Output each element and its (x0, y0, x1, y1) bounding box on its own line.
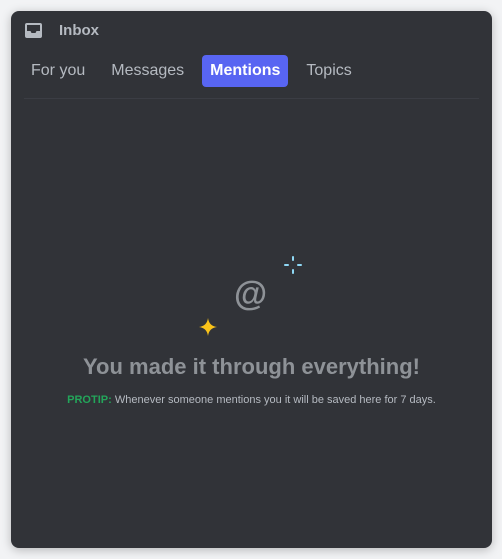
inbox-icon (25, 23, 42, 38)
header-divider (24, 98, 479, 99)
inbox-header: Inbox (11, 11, 492, 51)
inbox-tabs: For you Messages Mentions Topics (23, 55, 370, 87)
protip-text: PROTIP: Whenever someone mentions you it… (11, 393, 492, 407)
empty-state-illustration: @ (11, 251, 492, 341)
tab-for-you[interactable]: For you (23, 55, 93, 87)
yellow-sparkle-icon (199, 318, 217, 336)
tab-messages[interactable]: Messages (103, 55, 192, 87)
empty-state-headline: You made it through everything! (83, 354, 420, 379)
protip-label: PROTIP: (67, 394, 112, 406)
inbox-title: Inbox (59, 22, 99, 39)
protip-message: Whenever someone mentions you it will be… (111, 394, 436, 406)
at-symbol-icon: @ (234, 275, 268, 313)
tab-topics[interactable]: Topics (298, 55, 359, 87)
tab-mentions[interactable]: Mentions (202, 55, 289, 87)
inbox-panel: Inbox For you Messages Mentions Topics @… (11, 11, 492, 548)
blue-sparkle-icon (284, 256, 302, 274)
